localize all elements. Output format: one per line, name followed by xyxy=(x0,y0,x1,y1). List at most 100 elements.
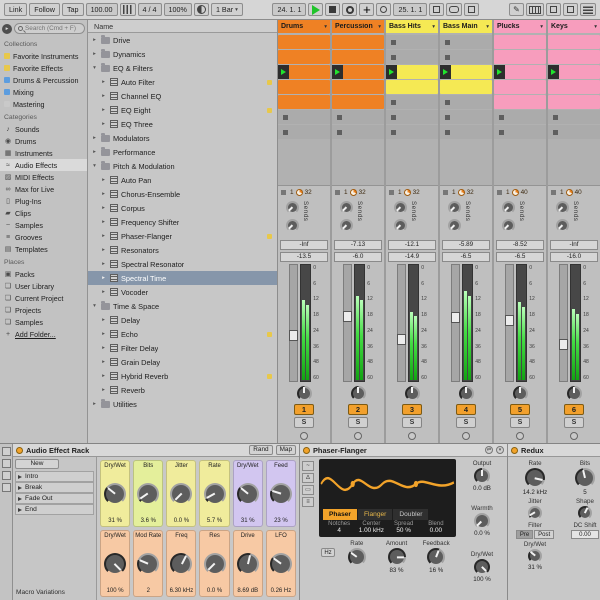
expand-arrow-icon[interactable]: ▸ xyxy=(100,177,107,183)
macro-value[interactable]: 100 % xyxy=(107,588,124,594)
clip-playing[interactable] xyxy=(332,65,384,79)
clip-slot[interactable] xyxy=(494,65,546,79)
collapse-arrow-icon[interactable]: ▾ xyxy=(91,163,98,169)
clip-slot[interactable] xyxy=(494,50,546,64)
peak-level-display[interactable]: -14.9 xyxy=(388,252,436,262)
output-knob[interactable] xyxy=(474,468,490,484)
rate-knob[interactable] xyxy=(348,548,366,566)
track-header[interactable]: Bass Hits▾ xyxy=(386,20,438,33)
send-a-knob[interactable] xyxy=(394,201,407,214)
arm-button[interactable] xyxy=(354,432,362,440)
feedback-value[interactable]: 16 % xyxy=(429,567,443,574)
clip-playing[interactable] xyxy=(440,65,492,79)
volume-fader[interactable] xyxy=(451,264,460,382)
expand-arrow-icon[interactable]: ▸ xyxy=(91,51,98,57)
macro-knob[interactable] xyxy=(270,483,292,505)
pan-knob[interactable] xyxy=(567,386,582,401)
clip-stop-button[interactable] xyxy=(499,115,504,120)
param-value-blend[interactable]: 0.00 xyxy=(420,527,452,534)
send-b-knob[interactable] xyxy=(286,219,299,232)
tree-item-eq-three[interactable]: ▸EQ Three xyxy=(88,117,277,131)
tree-item-phaser-flanger[interactable]: ▸Phaser-Flanger xyxy=(88,229,277,243)
fader-thumb[interactable] xyxy=(451,312,460,323)
macro-knob[interactable] xyxy=(137,553,159,575)
solo-button[interactable]: S xyxy=(456,417,476,428)
variation-break[interactable]: Break xyxy=(15,482,94,493)
amount-knob[interactable] xyxy=(388,548,406,566)
clip-stop-button[interactable] xyxy=(337,115,342,120)
map-button[interactable]: Map xyxy=(276,445,296,455)
lfo-shape-1-button[interactable]: ~ xyxy=(302,461,314,471)
clip[interactable] xyxy=(332,95,384,109)
dry-wet-value[interactable]: 100 % xyxy=(473,576,491,583)
overdub-button[interactable]: + xyxy=(359,3,374,16)
expand-arrow-icon[interactable]: ▸ xyxy=(100,79,107,85)
tree-item-auto-filter[interactable]: ▸Auto Filter xyxy=(88,75,277,89)
warmth-knob[interactable] xyxy=(474,513,490,529)
clip-stop-button[interactable] xyxy=(391,100,396,105)
clip-slot[interactable] xyxy=(278,35,330,49)
sidebar-item-grooves[interactable]: ≡Grooves xyxy=(0,231,87,243)
volume-fader[interactable] xyxy=(343,264,352,382)
send-b-knob[interactable] xyxy=(448,219,461,232)
clip-slot[interactable] xyxy=(548,35,600,49)
launch-variation-icon[interactable] xyxy=(18,486,22,490)
tree-item-utilities[interactable]: ▸Utilities xyxy=(88,397,277,411)
arrangement-position-display[interactable]: 24. 1. 1 xyxy=(272,3,306,16)
sidebar-item-add-folder[interactable]: +Add Folder... xyxy=(0,328,87,340)
clip-slot[interactable] xyxy=(548,50,600,64)
show-macros-button[interactable] xyxy=(2,459,11,468)
macro-value[interactable]: 31 % xyxy=(241,518,255,524)
clip-slot[interactable] xyxy=(386,110,438,124)
track-activator-button[interactable]: 2 xyxy=(348,404,368,415)
hot-swap-icon[interactable]: ⇄ xyxy=(485,446,493,454)
fader-thumb[interactable] xyxy=(397,334,406,345)
volume-fader[interactable] xyxy=(289,264,298,382)
sidebar-item-instruments[interactable]: ▦Instruments xyxy=(0,147,87,159)
expand-arrow-icon[interactable]: ▸ xyxy=(100,121,107,127)
expand-arrow-icon[interactable]: ▸ xyxy=(100,219,107,225)
clip[interactable] xyxy=(278,35,330,49)
tree-item-frequency-shifter[interactable]: ▸Frequency Shifter xyxy=(88,215,277,229)
clip-stop-button[interactable] xyxy=(283,115,288,120)
macro-value[interactable]: 0.0 % xyxy=(174,518,189,524)
play-button[interactable] xyxy=(308,3,323,16)
pan-knob[interactable] xyxy=(351,386,366,401)
solo-button[interactable]: S xyxy=(564,417,584,428)
clip-stop-button[interactable] xyxy=(553,130,558,135)
tree-item-performance[interactable]: ▸Performance xyxy=(88,145,277,159)
sidebar-item-max-for-live[interactable]: ∞Max for Live xyxy=(0,183,87,195)
macro-knob[interactable] xyxy=(170,483,192,505)
key-map-button[interactable] xyxy=(546,3,561,16)
clip-stop-button[interactable] xyxy=(445,100,450,105)
bits-knob[interactable] xyxy=(575,468,595,488)
clip[interactable] xyxy=(440,80,492,94)
lfo-shape-4-button[interactable]: ≡ xyxy=(302,497,314,507)
volume-fader[interactable] xyxy=(505,264,514,382)
tree-item-hybrid-reverb[interactable]: ▸Hybrid Reverb xyxy=(88,369,277,383)
clip-slot[interactable] xyxy=(332,95,384,109)
show-chains-button[interactable] xyxy=(2,471,11,480)
fader-thumb[interactable] xyxy=(343,311,352,322)
expand-arrow-icon[interactable]: ▸ xyxy=(100,247,107,253)
arm-button[interactable] xyxy=(462,432,470,440)
collapse-arrow-icon[interactable]: ▾ xyxy=(91,303,98,309)
track-activator-button[interactable]: 1 xyxy=(294,404,314,415)
device-activator-button[interactable] xyxy=(303,447,310,454)
clip-slot[interactable] xyxy=(332,65,384,79)
pan-knob[interactable] xyxy=(405,386,420,401)
clip-slot[interactable] xyxy=(440,125,492,139)
sidebar-item-audio-effects[interactable]: ≈Audio Effects xyxy=(0,159,87,171)
clip-stop-button[interactable] xyxy=(445,55,450,60)
rate-value[interactable]: 14.2 kHz xyxy=(523,489,547,496)
variation-intro[interactable]: Intro xyxy=(15,471,94,482)
stop-square-icon[interactable] xyxy=(335,190,340,195)
volume-display[interactable]: -Inf xyxy=(280,240,328,250)
shape-knob[interactable] xyxy=(578,506,592,520)
stop-square-icon[interactable] xyxy=(389,190,394,195)
clip-stop-button[interactable] xyxy=(445,40,450,45)
tree-item-delay[interactable]: ▸Delay xyxy=(88,313,277,327)
tree-item-eq-eight[interactable]: ▸EQ Eight xyxy=(88,103,277,117)
rate-knob[interactable] xyxy=(525,468,545,488)
sidebar-item-clips[interactable]: ▰Clips xyxy=(0,207,87,219)
